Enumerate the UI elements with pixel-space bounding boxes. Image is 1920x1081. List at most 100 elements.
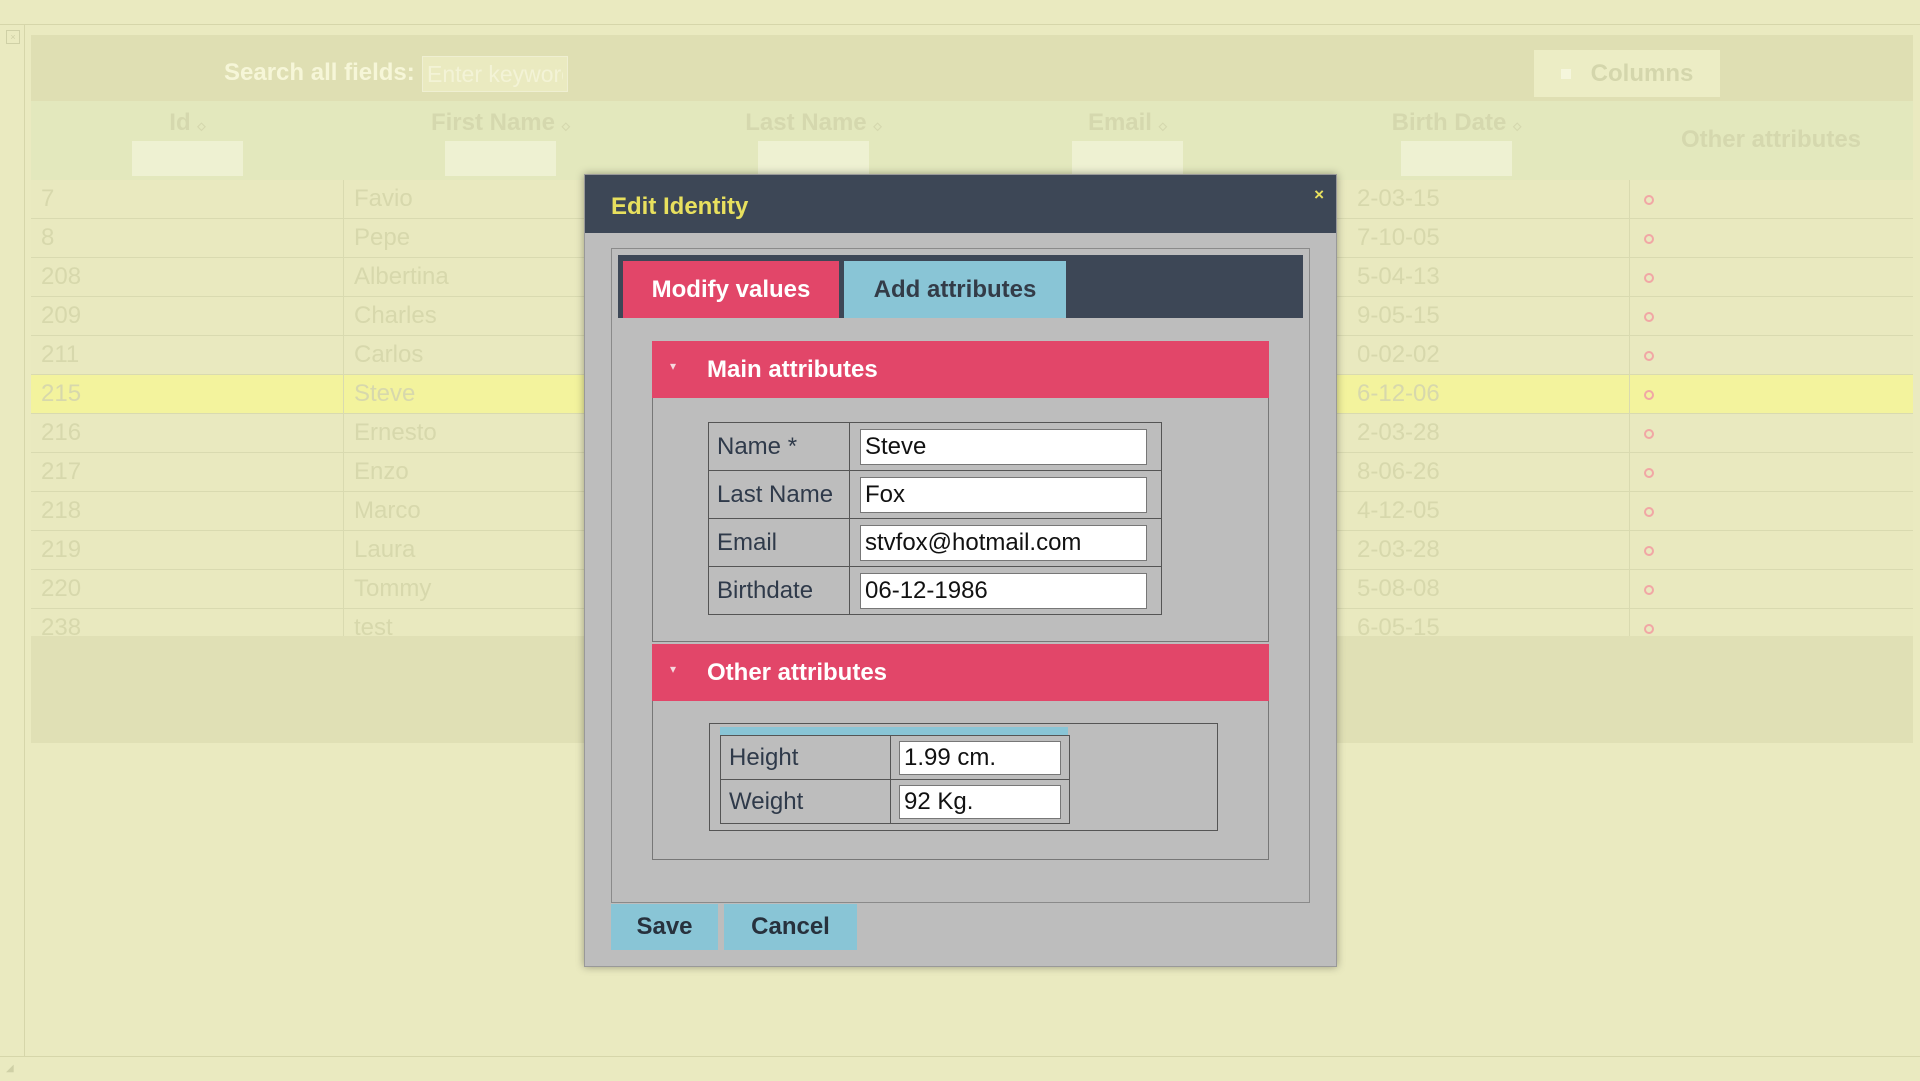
field-label: Last Name [708, 470, 850, 519]
attributes-dot-icon[interactable] [1644, 545, 1654, 556]
cell-birth-date: 5-04-13 [1357, 263, 1440, 290]
main-attributes-form: Name * Last Name Email Birthdate [708, 422, 1162, 615]
dialog-titlebar[interactable]: Edit Identity × [585, 175, 1336, 233]
attributes-dot-icon[interactable] [1644, 194, 1654, 205]
filter-input-last-name[interactable] [758, 141, 869, 176]
cell-other-attributes [1629, 180, 1913, 218]
columns-button[interactable]: Columns [1534, 50, 1720, 97]
last-name-input[interactable] [860, 476, 1147, 513]
attributes-dot-icon[interactable] [1644, 428, 1654, 439]
column-label: Last Name [745, 109, 867, 136]
cell-id: 7 [31, 180, 344, 218]
column-header-email[interactable]: Email ⬦ [971, 101, 1284, 180]
cell-other-attributes [1629, 219, 1913, 257]
cell-id: 215 [31, 375, 344, 413]
cell-id: 209 [31, 297, 344, 335]
collapse-triangle-icon[interactable]: ▾ [670, 662, 676, 676]
cell-other-attributes [1629, 297, 1913, 335]
field-label: Name * [708, 422, 850, 471]
dialog-title: Edit Identity [611, 193, 749, 220]
cell-other-attributes [1629, 492, 1913, 530]
attributes-dot-icon[interactable] [1644, 389, 1654, 400]
other-attributes-form: Height Weight [720, 735, 1070, 824]
top-bar [0, 0, 1920, 25]
attributes-dot-icon[interactable] [1644, 506, 1654, 517]
attributes-dot-icon[interactable] [1644, 272, 1654, 283]
cell-birth-date: 5-08-08 [1357, 575, 1440, 602]
cell-other-attributes [1629, 258, 1913, 296]
birthdate-input[interactable] [860, 572, 1147, 609]
close-icon[interactable]: × [1314, 185, 1324, 205]
main-attributes-header[interactable]: ▾ Main attributes [652, 341, 1269, 398]
attributes-dot-icon[interactable] [1644, 584, 1654, 595]
cell-birth-date: 6-12-06 [1357, 380, 1440, 407]
cell-other-attributes [1629, 570, 1913, 608]
tab-modify-values[interactable]: Modify values [623, 261, 839, 318]
height-input[interactable] [899, 740, 1061, 775]
weight-input[interactable] [899, 784, 1061, 819]
sort-icon[interactable]: ⬦ [873, 119, 881, 133]
tab-bar: Modify values Add attributes [618, 255, 1303, 318]
search-label: Search all fields: [224, 59, 415, 86]
save-button[interactable]: Save [611, 904, 718, 950]
bottom-bar: ◢ [0, 1056, 1920, 1081]
cell-id: 211 [31, 336, 344, 374]
field-label: Email [708, 518, 850, 567]
cell-other-attributes [1629, 453, 1913, 491]
name-input[interactable] [860, 428, 1147, 465]
column-header-last-name[interactable]: Last Name ⬦ [657, 101, 970, 180]
section-title: Main attributes [707, 356, 878, 383]
left-strip: × [0, 24, 25, 1056]
filter-input-email[interactable] [1072, 141, 1183, 176]
tab-add-attributes[interactable]: Add attributes [844, 261, 1066, 318]
cell-id: 8 [31, 219, 344, 257]
filter-input-first-name[interactable] [445, 141, 556, 176]
other-attributes-header[interactable]: ▾ Other attributes [652, 644, 1269, 701]
email-input[interactable] [860, 524, 1147, 561]
resize-icon[interactable]: ◢ [6, 1063, 14, 1074]
other-attributes-header-strip [720, 727, 1068, 735]
cell-birth-date: 9-05-15 [1357, 302, 1440, 329]
cell-other-attributes [1629, 414, 1913, 452]
attributes-dot-icon[interactable] [1644, 233, 1654, 244]
cell-birth-date: 2-03-15 [1357, 185, 1440, 212]
sort-icon[interactable]: ⬦ [1159, 119, 1167, 133]
columns-icon [1560, 68, 1571, 79]
cell-other-attributes [1629, 531, 1913, 569]
section-title: Other attributes [707, 659, 888, 686]
cell-id: 217 [31, 453, 344, 491]
sort-icon[interactable]: ⬦ [1513, 119, 1521, 133]
cell-birth-date: 8-06-26 [1357, 458, 1440, 485]
cancel-button[interactable]: Cancel [724, 904, 857, 950]
search-input[interactable] [422, 56, 568, 92]
column-header-birth-date[interactable]: Birth Date ⬦ [1284, 101, 1629, 180]
column-label: First Name [430, 109, 555, 136]
other-attributes-frame: Height Weight [709, 723, 1218, 831]
sort-icon[interactable]: ⬦ [197, 119, 205, 133]
filter-input-id[interactable] [132, 141, 243, 176]
column-label: Birth Date [1391, 109, 1507, 136]
cell-birth-date: 7-10-05 [1357, 224, 1440, 251]
column-header-id[interactable]: Id ⬦ [31, 101, 344, 180]
collapse-triangle-icon[interactable]: ▾ [670, 359, 676, 373]
attributes-dot-icon[interactable] [1644, 623, 1654, 634]
field-label: Height [720, 735, 891, 780]
cell-birth-date: 2-03-28 [1357, 536, 1440, 563]
cell-id: 208 [31, 258, 344, 296]
cell-id: 218 [31, 492, 344, 530]
cell-other-attributes [1629, 336, 1913, 374]
sort-icon[interactable]: ⬦ [562, 119, 570, 133]
collapse-icon[interactable]: × [6, 30, 20, 44]
column-label: Id [169, 109, 191, 136]
field-label: Weight [720, 779, 891, 824]
attributes-dot-icon[interactable] [1644, 311, 1654, 322]
cell-id: 216 [31, 414, 344, 452]
attributes-dot-icon[interactable] [1644, 467, 1654, 478]
column-header-other-attributes: Other attributes [1629, 101, 1913, 180]
column-header-first-name[interactable]: First Name ⬦ [344, 101, 657, 180]
columns-button-label: Columns [1590, 59, 1694, 87]
attributes-dot-icon[interactable] [1644, 350, 1654, 361]
main-attributes-body: Name * Last Name Email Birthdate [652, 398, 1269, 642]
search-bar: Search all fields: Columns [31, 35, 1913, 101]
filter-input-birth-date[interactable] [1401, 141, 1512, 176]
